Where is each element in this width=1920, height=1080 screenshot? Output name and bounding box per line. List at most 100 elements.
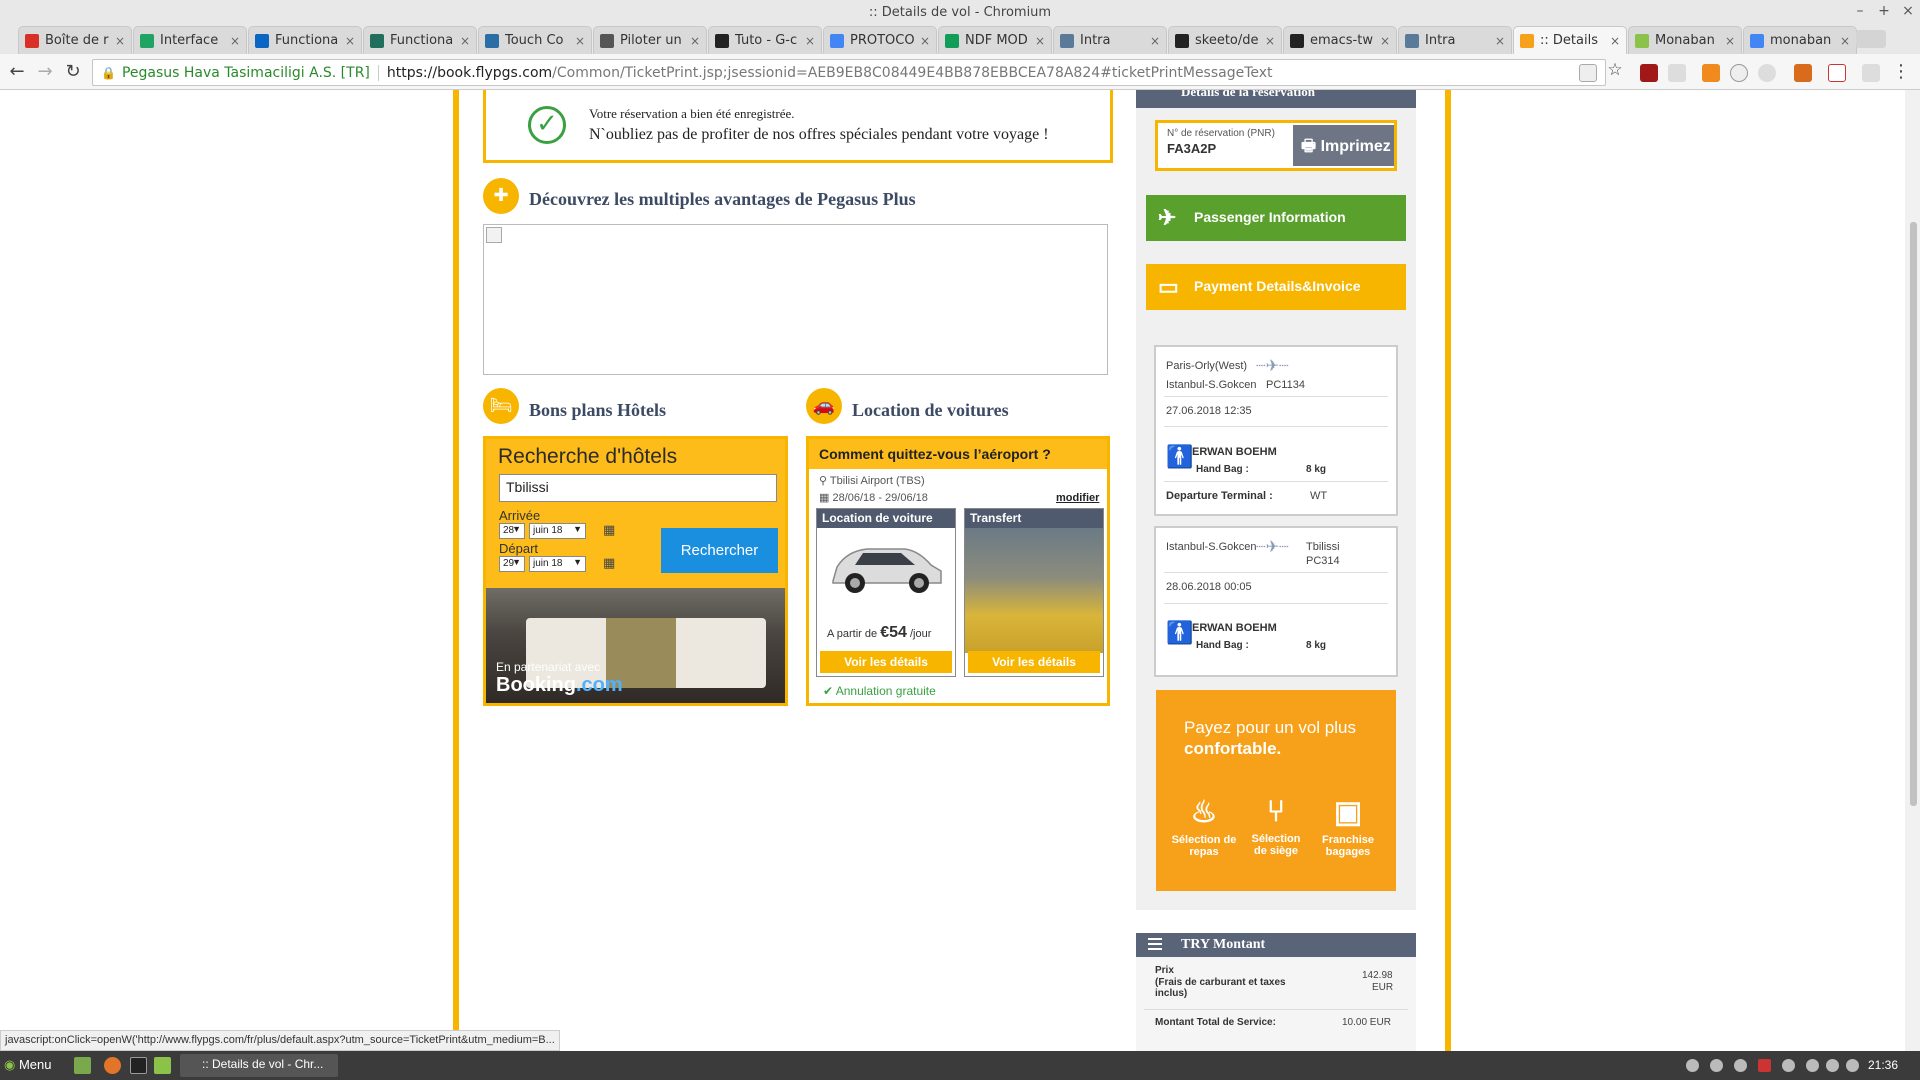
wifi-icon[interactable]	[1826, 1059, 1839, 1072]
tray-chat-icon[interactable]	[1686, 1059, 1699, 1072]
tab-close-icon[interactable]: ×	[1150, 34, 1160, 48]
tab-close-icon[interactable]: ×	[115, 34, 125, 48]
tab-close-icon[interactable]: ×	[805, 34, 815, 48]
show-desktop-icon[interactable]	[74, 1057, 91, 1074]
back-arrow-icon[interactable]: ←	[6, 61, 28, 82]
close-window-button[interactable]: ×	[1898, 3, 1918, 19]
url-path: /Common/TicketPrint.jsp;jsessionid=AEB9E…	[552, 64, 1273, 81]
bluetooth-icon[interactable]	[1710, 1059, 1723, 1072]
forward-arrow-icon[interactable]: →	[34, 61, 56, 82]
car-rental-card[interactable]: Location de voiture A partir de €54 /jou…	[816, 508, 956, 677]
firefox-icon[interactable]	[104, 1057, 121, 1074]
ublock-icon[interactable]	[1640, 64, 1658, 82]
tab[interactable]: Functiona ×	[248, 26, 362, 54]
shield-icon[interactable]	[1734, 1059, 1747, 1072]
transfer-card[interactable]: Transfert Voir les détails	[964, 508, 1104, 677]
extension-chart-icon[interactable]	[1828, 64, 1846, 82]
tab[interactable]: NDF MOD ×	[938, 26, 1052, 54]
browser-toolbar: ← → ↻ 🔒 Pegasus Hava Tasimaciligi A.S. […	[0, 54, 1920, 90]
tab-close-icon[interactable]: ×	[690, 34, 700, 48]
arrival-month-select[interactable]: juin 18 ▼	[529, 523, 586, 539]
tab[interactable]: monaban ×	[1743, 26, 1857, 54]
tab[interactable]: Monaban ×	[1628, 26, 1742, 54]
tab-close-icon[interactable]: ×	[1265, 34, 1275, 48]
comfort-promo[interactable]: Payez pour un vol plus confortable. ♨ Sél…	[1156, 690, 1396, 891]
tab[interactable]: PROTOCO ×	[823, 26, 937, 54]
tab-favicon-icon	[1750, 33, 1764, 48]
arrival-day-select[interactable]: 28 ▼	[499, 523, 525, 539]
extension-circle-icon[interactable]	[1730, 64, 1748, 82]
meal-selection-item[interactable]: ♨ Sélection de repas	[1166, 795, 1242, 858]
transfer-details-button[interactable]: Voir les détails	[968, 651, 1100, 673]
tab-close-icon[interactable]: ×	[345, 34, 355, 48]
extension-icon[interactable]	[1668, 64, 1686, 82]
minimize-button[interactable]: –	[1850, 3, 1870, 19]
departure-month-select[interactable]: juin 18 ▼	[529, 556, 586, 572]
tab[interactable]: Touch Co ×	[478, 26, 592, 54]
tab[interactable]: Piloter un ×	[593, 26, 707, 54]
divider	[1164, 396, 1388, 397]
calendar-icon[interactable]: ▦	[603, 523, 615, 538]
extension-gray-icon[interactable]	[1862, 64, 1880, 82]
tab-close-icon[interactable]: ×	[1610, 34, 1620, 48]
tab[interactable]: Functiona ×	[363, 26, 477, 54]
calendar-icon[interactable]: ▦	[603, 556, 615, 571]
tab[interactable]: Boîte de r ×	[18, 26, 132, 54]
start-menu-button[interactable]: ◉ Menu	[4, 1057, 52, 1073]
pegasus-plus-banner[interactable]	[483, 224, 1108, 375]
tab[interactable]: Tuto - G-c ×	[708, 26, 822, 54]
tab[interactable]: Intra ×	[1053, 26, 1167, 54]
tab-close-icon[interactable]: ×	[1840, 34, 1850, 48]
tab[interactable]: :: Details ×	[1513, 26, 1627, 54]
site-organization: Pegasus Hava Tasimaciligi A.S. [TR]	[122, 64, 379, 81]
tab-favicon-icon	[370, 33, 384, 48]
update-icon[interactable]	[1806, 1059, 1819, 1072]
volume-icon[interactable]	[1846, 1059, 1859, 1072]
translate-icon[interactable]	[1579, 64, 1597, 82]
tab[interactable]: Intra ×	[1398, 26, 1512, 54]
reservation-header-text: Détails de la réservation	[1181, 90, 1315, 99]
terminal-icon[interactable]	[130, 1057, 147, 1074]
car-details-button[interactable]: Voir les détails	[820, 651, 952, 673]
tab[interactable]: Interface ×	[133, 26, 247, 54]
passenger-info-button[interactable]: ✈ Passenger Information	[1146, 195, 1406, 241]
scrollbar-thumb[interactable]	[1910, 222, 1917, 806]
maximize-button[interactable]: +	[1874, 3, 1894, 19]
payment-details-button[interactable]: ▭ Payment Details&Invoice	[1146, 264, 1406, 310]
tab-label: NDF MOD	[965, 33, 1028, 48]
reload-icon[interactable]: ↻	[62, 61, 84, 82]
files-icon[interactable]	[154, 1057, 171, 1074]
tab-close-icon[interactable]: ×	[230, 34, 240, 48]
tab[interactable]: skeeto/de ×	[1168, 26, 1282, 54]
tab-close-icon[interactable]: ×	[1725, 34, 1735, 48]
baggage-item[interactable]: ▣ Franchise bagages	[1310, 795, 1386, 858]
tab[interactable]: emacs-tw ×	[1283, 26, 1397, 54]
clipboard-icon[interactable]	[1782, 1059, 1795, 1072]
hotel-city-input[interactable]: Tbilissi	[499, 474, 777, 502]
promo-line2: confortable.	[1184, 739, 1282, 758]
tab-close-icon[interactable]: ×	[1495, 34, 1505, 48]
tab-close-icon[interactable]: ×	[575, 34, 585, 48]
departure-day-select[interactable]: 29 ▼	[499, 556, 525, 572]
tab-close-icon[interactable]: ×	[460, 34, 470, 48]
extension-flag-icon[interactable]	[1794, 64, 1812, 82]
tab-close-icon[interactable]: ×	[920, 34, 930, 48]
tab-close-icon[interactable]: ×	[1380, 34, 1390, 48]
tab-close-icon[interactable]: ×	[1035, 34, 1045, 48]
print-button[interactable]: 🖶 Imprimez	[1293, 125, 1394, 166]
extension-gear-icon[interactable]	[1758, 64, 1776, 82]
metamask-icon[interactable]	[1702, 64, 1720, 82]
baggage-line2: bagages	[1325, 846, 1371, 858]
address-bar[interactable]: 🔒 Pegasus Hava Tasimaciligi A.S. [TR] ht…	[92, 59, 1606, 86]
url-text[interactable]: https://book.flypgs.com/Common/TicketPri…	[387, 65, 1273, 81]
seat-selection-item[interactable]: ⑂ Sélection de siège	[1238, 795, 1314, 857]
hotel-search-button[interactable]: Rechercher	[661, 528, 778, 573]
menu-dots-icon[interactable]: ⋮	[1890, 61, 1912, 82]
bookmark-star-icon[interactable]: ☆	[1604, 60, 1626, 80]
free-cancel-text: Annulation gratuite	[835, 684, 936, 698]
modify-link[interactable]: modifier	[1056, 492, 1099, 504]
us-flag-icon[interactable]	[1758, 1059, 1771, 1072]
taskbar-window-chromium[interactable]: :: Details de vol - Chr...	[180, 1054, 338, 1077]
hotel-room-photo[interactable]: En partenariat avec Booking.com	[486, 588, 785, 703]
new-tab-button[interactable]	[1856, 30, 1886, 48]
